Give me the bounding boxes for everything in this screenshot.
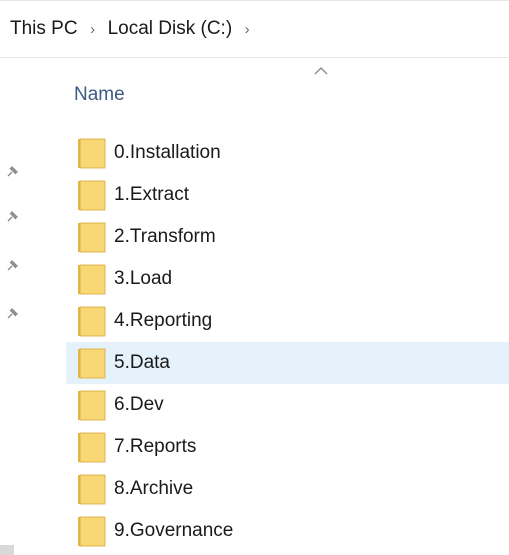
- list-item[interactable]: 1.Extract: [66, 174, 509, 216]
- list-item[interactable]: 6.Dev: [66, 384, 509, 426]
- pin-icon[interactable]: [4, 209, 20, 225]
- breadcrumb-separator-icon[interactable]: ›: [78, 21, 108, 38]
- folder-icon: [77, 137, 106, 169]
- pin-icon[interactable]: [4, 164, 20, 180]
- list-item[interactable]: 8.Archive: [66, 468, 509, 510]
- folder-name: 7.Reports: [114, 436, 197, 457]
- folder-name: 6.Dev: [114, 394, 164, 415]
- folder-name: 2.Transform: [114, 226, 216, 247]
- list-item-selected[interactable]: 5.Data: [66, 342, 509, 384]
- folder-name: 4.Reporting: [114, 310, 213, 331]
- pin-icon[interactable]: [4, 258, 20, 274]
- list-item[interactable]: 4.Reporting: [66, 300, 509, 342]
- list-item[interactable]: 2.Transform: [66, 216, 509, 258]
- list-item[interactable]: 9.Governance: [66, 510, 509, 552]
- folder-icon: [77, 515, 106, 547]
- folder-icon: [77, 431, 106, 463]
- folder-icon: [77, 305, 106, 337]
- folder-icon: [77, 473, 106, 505]
- scroll-indicator: [0, 545, 14, 555]
- folder-icon: [77, 179, 106, 211]
- pin-icon[interactable]: [4, 306, 20, 322]
- folder-icon: [77, 263, 106, 295]
- folder-icon: [77, 221, 106, 253]
- name-column-header[interactable]: Name: [74, 84, 125, 106]
- list-item[interactable]: 0.Installation: [66, 132, 509, 174]
- breadcrumb-local-disk[interactable]: Local Disk (C:): [108, 18, 233, 40]
- file-list: 0.Installation 1.Extract 2.Transform 3.L…: [66, 132, 509, 552]
- list-item[interactable]: 7.Reports: [66, 426, 509, 468]
- folder-name: 8.Archive: [114, 478, 194, 499]
- folder-name: 3.Load: [114, 268, 173, 289]
- folder-name: 9.Governance: [114, 520, 234, 541]
- folder-icon: [77, 347, 106, 379]
- folder-icon: [77, 389, 106, 421]
- folder-name: 5.Data: [114, 352, 170, 373]
- folder-name: 1.Extract: [114, 184, 189, 205]
- breadcrumb-chevron-icon[interactable]: ›: [232, 21, 262, 38]
- chevron-up-icon: [314, 67, 328, 75]
- breadcrumb: This PC › Local Disk (C:) ›: [0, 0, 509, 58]
- file-explorer-window: This PC › Local Disk (C:) › Name 0.Insta…: [0, 0, 509, 555]
- folder-name: 0.Installation: [114, 142, 221, 163]
- quick-access-pins: [0, 0, 24, 555]
- list-item[interactable]: 3.Load: [66, 258, 509, 300]
